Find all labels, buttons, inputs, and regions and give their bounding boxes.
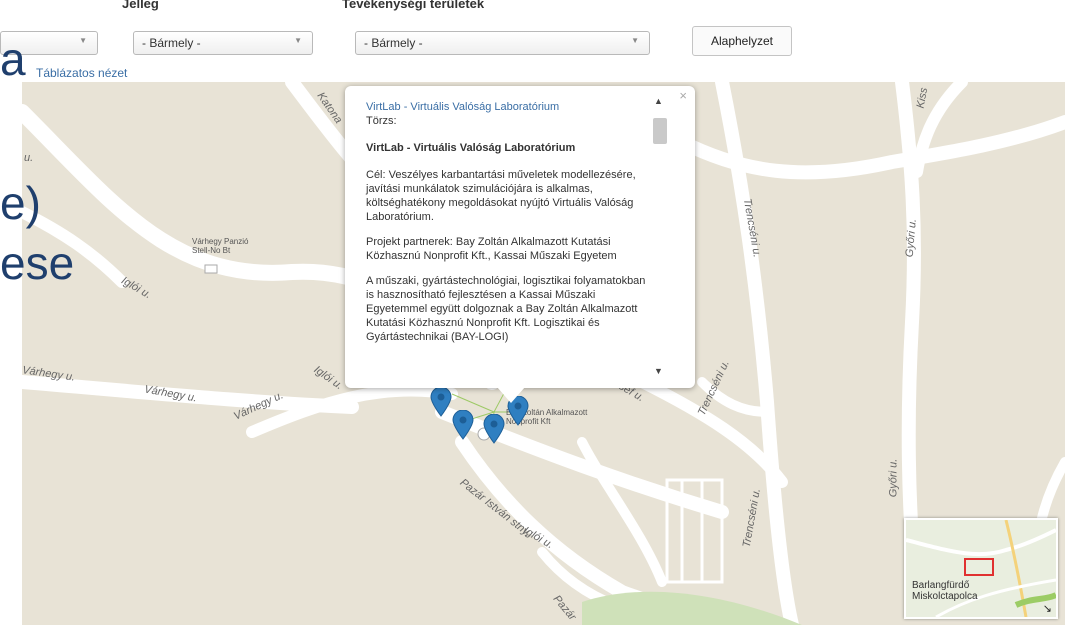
- filter-label-jelleg: Jelleg: [122, 0, 159, 11]
- slide-text-line: a: [0, 33, 26, 85]
- scroll-up-icon[interactable]: ▲: [654, 96, 663, 106]
- slide-text-line: e): [0, 177, 41, 229]
- overview-map[interactable]: Barlangfürdő Miskolctapolca ↘: [904, 518, 1058, 619]
- info-heading: VirtLab - Virtuális Valóság Laboratórium: [366, 142, 576, 154]
- reset-button[interactable]: Alaphelyzet: [692, 26, 792, 56]
- poi-label-varhegy-panzio: Várhegy Panzió Stell-No Bt: [192, 237, 249, 255]
- table-view-link[interactable]: Táblázatos nézet: [36, 66, 127, 80]
- filter-label-tevekenyseg: Tevékenységi területek: [342, 0, 485, 11]
- info-partners: Projekt partnerek: Bay Zoltán Alkalmazot…: [366, 236, 617, 262]
- close-icon[interactable]: ×: [679, 88, 687, 103]
- chevron-down-icon: ▼: [631, 36, 639, 45]
- filter-bar: Jelleg Tevékenységi területek ▼ - Bármel…: [0, 0, 1065, 80]
- overview-place-label: Barlangfürdő Miskolctapolca: [912, 580, 978, 602]
- overview-toggle-icon[interactable]: ↘: [1043, 602, 1052, 615]
- info-description: A műszaki, gyártástechnológiai, logiszti…: [366, 275, 646, 343]
- slide-text-line: ese: [0, 237, 75, 289]
- filter-select-tevekenyseg[interactable]: - Bármely - ▼: [355, 31, 650, 55]
- info-torzs-label: Törzs:: [366, 115, 397, 127]
- road-label-u: u.: [24, 152, 34, 164]
- filter-select-tevekenyseg-value: - Bármely -: [364, 36, 423, 50]
- map-marker-pin[interactable]: [430, 387, 452, 417]
- scroll-down-icon[interactable]: ▼: [654, 366, 663, 376]
- info-window: × VirtLab - Virtuális Valóság Laboratóri…: [345, 86, 695, 403]
- chevron-down-icon: ▼: [294, 36, 302, 45]
- info-goal: Cél: Veszélyes karbantartási műveletek m…: [366, 169, 636, 223]
- scrollbar-thumb[interactable]: [653, 118, 667, 144]
- chevron-down-icon: ▼: [79, 36, 87, 45]
- filter-select-jelleg[interactable]: - Bármely - ▼: [133, 31, 313, 55]
- map-marker-pin[interactable]: [483, 414, 505, 444]
- info-scrollbar[interactable]: ▲ ▼: [651, 96, 669, 376]
- filter-select-jelleg-value: - Bármely -: [142, 36, 201, 50]
- road-label-gyori: Győri u.: [887, 458, 900, 498]
- map-marker-pin[interactable]: [452, 410, 474, 440]
- info-window-content: VirtLab - Virtuális Valóság Laboratórium…: [345, 86, 675, 372]
- overview-viewport-rect[interactable]: [964, 558, 994, 576]
- info-window-tail: [497, 387, 525, 403]
- info-title-link[interactable]: VirtLab - Virtuális Valóság Laboratórium: [366, 100, 648, 114]
